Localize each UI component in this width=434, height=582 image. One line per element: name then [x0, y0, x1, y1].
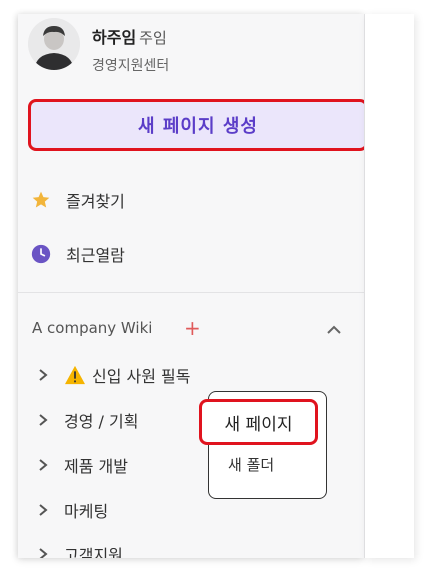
star-icon — [30, 189, 52, 211]
tree-item-label: 경영 / 기획 — [64, 412, 139, 431]
menu-item-label: 즐겨찾기 — [66, 192, 125, 211]
user-title: 주임 — [139, 29, 167, 47]
tree-item-management[interactable]: 경영 / 기획 — [36, 406, 138, 434]
menu-item-label: 최근열람 — [66, 246, 125, 265]
tree-item-label: 신입 사원 필독 — [92, 367, 191, 386]
context-menu-new-page[interactable]: 새 페이지 — [199, 399, 318, 445]
create-page-button[interactable]: 새 페이지 생성 — [28, 99, 364, 151]
menu-item-recent[interactable]: 최근열람 — [30, 239, 125, 269]
clock-icon — [30, 243, 52, 265]
tree-item-product[interactable]: 제품 개발 — [36, 451, 128, 479]
wiki-title[interactable]: A company Wiki — [32, 319, 152, 337]
tree-item-label: 제품 개발 — [64, 457, 128, 476]
user-name-line: 하주임 주임 — [92, 24, 167, 48]
chevron-right-icon[interactable] — [36, 458, 50, 472]
content-panel — [365, 14, 414, 558]
tree-item-support[interactable]: 고객지원 — [36, 540, 123, 558]
divider — [18, 292, 364, 293]
user-department: 경영지원센터 — [92, 58, 170, 74]
tree-item-onboarding[interactable]: 신입 사원 필독 — [36, 361, 191, 389]
tree-item-label: 마케팅 — [64, 502, 109, 521]
user-profile[interactable]: 하주임 주임 경영지원센터 — [28, 18, 358, 74]
chevron-right-icon[interactable] — [36, 547, 50, 558]
user-name: 하주임 — [92, 28, 137, 47]
wiki-header: A company Wiki + — [32, 316, 350, 342]
warning-icon — [64, 365, 86, 385]
tree-item-label: 고객지원 — [64, 546, 123, 558]
add-icon[interactable]: + — [184, 315, 201, 341]
context-menu-new-folder[interactable]: 새 폴더 — [228, 454, 274, 475]
tree-item-marketing[interactable]: 마케팅 — [36, 496, 108, 524]
chevron-right-icon[interactable] — [36, 503, 50, 517]
avatar — [28, 18, 80, 70]
menu-item-favorites[interactable]: 즐겨찾기 — [30, 185, 125, 215]
chevron-up-icon[interactable] — [326, 322, 342, 336]
chevron-right-icon[interactable] — [36, 413, 50, 427]
chevron-right-icon[interactable] — [36, 368, 50, 382]
